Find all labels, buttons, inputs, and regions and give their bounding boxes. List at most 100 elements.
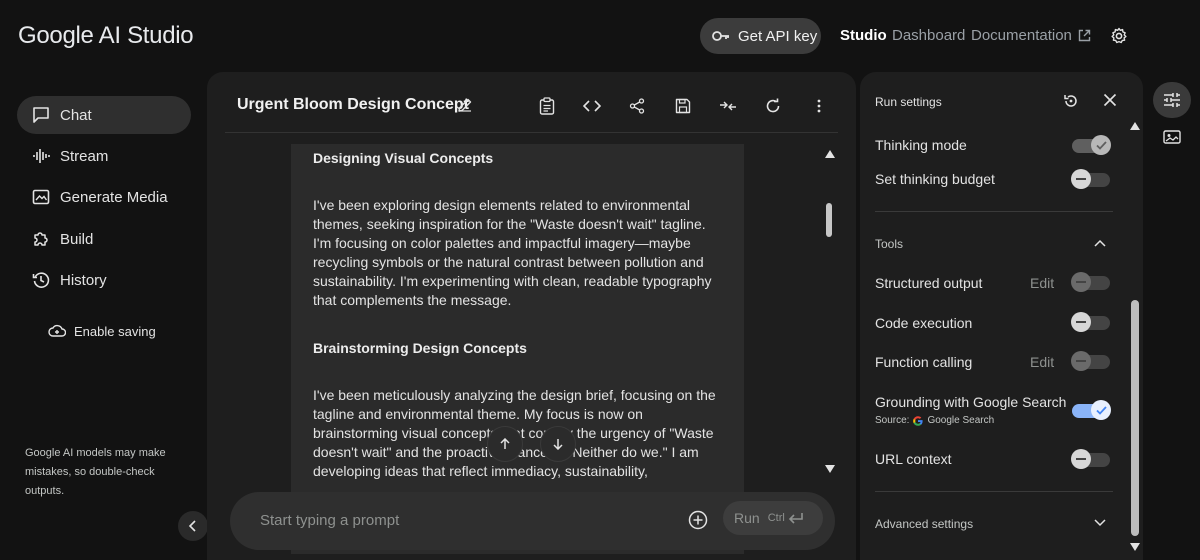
- source-name: Google Search: [927, 415, 995, 426]
- run-shortcut-key: Ctrl: [767, 512, 785, 524]
- chevron-down-icon[interactable]: [1094, 519, 1106, 527]
- toggle-knob: [1091, 135, 1111, 155]
- thinking-budget-toggle[interactable]: [1071, 169, 1110, 189]
- sidebar-item-stream[interactable]: Stream: [17, 137, 191, 175]
- panel-scroll-up-arrow-icon[interactable]: [1130, 122, 1140, 130]
- scroll-down-arrow-icon[interactable]: [825, 465, 835, 473]
- toggle-knob: [1071, 351, 1091, 371]
- nav-documentation-label: Documentation: [971, 27, 1072, 44]
- puzzle-icon: [32, 230, 50, 248]
- thinking-mode-label: Thinking mode: [875, 137, 967, 153]
- cloud-add-icon: [48, 322, 66, 340]
- more-vert-icon[interactable]: [809, 96, 829, 116]
- scroll-up-arrow-icon[interactable]: [825, 150, 835, 158]
- structured-output-toggle[interactable]: [1071, 272, 1110, 292]
- get-api-key-label: Get API key: [738, 27, 818, 45]
- waveform-icon: [32, 147, 50, 165]
- chat-panel: Urgent Bloom Design Concept Designing Vi…: [207, 72, 856, 560]
- settings-gear-icon[interactable]: [1110, 27, 1128, 45]
- nav-studio[interactable]: Studio: [840, 27, 887, 44]
- google-g-icon: [913, 415, 924, 426]
- chat-title: Urgent Bloom Design Concept: [237, 96, 470, 113]
- compare-icon[interactable]: [718, 96, 738, 116]
- code-icon[interactable]: [582, 96, 602, 116]
- sidebar-item-build[interactable]: Build: [17, 220, 191, 258]
- enable-saving-button[interactable]: Enable saving: [48, 322, 156, 340]
- toggle-knob: [1091, 400, 1111, 420]
- refresh-icon[interactable]: [763, 96, 783, 116]
- toggle-knob: [1071, 312, 1091, 332]
- prompt-input[interactable]: Start typing a prompt: [260, 512, 399, 529]
- scroll-to-previous-button[interactable]: [487, 426, 523, 462]
- run-shortcut: Ctrl: [768, 512, 804, 524]
- section-divider: [875, 491, 1113, 492]
- panel-scroll-down-arrow-icon[interactable]: [1130, 543, 1140, 551]
- get-api-key-button[interactable]: Get API key: [700, 18, 821, 54]
- run-button[interactable]: Run Ctrl: [723, 501, 823, 535]
- toggle-knob: [1071, 169, 1091, 189]
- close-icon[interactable]: [1103, 93, 1117, 107]
- arrow-down-icon: [552, 438, 564, 450]
- sidebar-item-history[interactable]: History: [17, 261, 191, 299]
- toggle-knob: [1071, 272, 1091, 292]
- structured-output-edit-button[interactable]: Edit: [1030, 275, 1054, 291]
- toggle-knob: [1071, 449, 1091, 469]
- run-settings-tune-button[interactable]: [1153, 82, 1191, 118]
- function-calling-label: Function calling: [875, 354, 973, 370]
- source-prefix: Source:: [875, 415, 910, 426]
- enter-key-icon: [788, 512, 804, 524]
- function-calling-edit-button[interactable]: Edit: [1030, 354, 1054, 370]
- save-icon[interactable]: [673, 96, 693, 116]
- chat-scrollbar[interactable]: [826, 203, 832, 237]
- grounding-google-search-toggle[interactable]: [1072, 400, 1111, 420]
- media-icon: [32, 188, 50, 206]
- tools-section-label: Tools: [875, 237, 904, 251]
- advanced-settings-label[interactable]: Advanced settings: [875, 517, 973, 531]
- function-calling-toggle[interactable]: [1071, 351, 1110, 371]
- share-icon[interactable]: [627, 96, 647, 116]
- sidebar-item-generate-media[interactable]: Generate Media: [17, 178, 191, 216]
- app-logo[interactable]: Google AI Studio: [18, 22, 194, 50]
- chevron-up-icon[interactable]: [1094, 239, 1106, 247]
- grounding-source: Source: Google Search: [875, 415, 994, 426]
- url-context-toggle[interactable]: [1071, 449, 1110, 469]
- sidebar-item-label: Chat: [60, 106, 92, 124]
- section-divider: [875, 211, 1113, 212]
- sidebar-item-chat[interactable]: Chat: [17, 96, 191, 134]
- run-label: Run: [734, 510, 760, 526]
- url-context-label: URL context: [875, 451, 952, 467]
- panel-scrollbar[interactable]: [1131, 300, 1139, 536]
- toolbar-divider: [225, 132, 838, 133]
- thinking-mode-toggle[interactable]: [1072, 135, 1111, 155]
- thought-heading: Designing Visual Concepts: [313, 150, 494, 166]
- sidebar-item-label: Stream: [60, 147, 109, 165]
- arrow-up-icon: [499, 438, 511, 450]
- scroll-to-next-button[interactable]: [540, 426, 576, 462]
- external-link-icon: [1078, 29, 1091, 42]
- nav-dashboard[interactable]: Dashboard: [892, 27, 965, 44]
- thinking-budget-label: Set thinking budget: [875, 171, 995, 187]
- grounding-google-search-label: Grounding with Google Search: [875, 394, 1067, 410]
- nav-documentation[interactable]: Documentation: [971, 27, 1091, 44]
- media-gallery-icon[interactable]: [1163, 129, 1181, 145]
- edit-title-pencil-icon[interactable]: [457, 97, 473, 113]
- clipboard-icon[interactable]: [537, 96, 557, 116]
- code-execution-label: Code execution: [875, 315, 973, 331]
- prompt-box: Start typing a prompt Run Ctrl: [230, 492, 835, 550]
- tune-icon: [1163, 92, 1181, 108]
- run-settings-title: Run settings: [875, 95, 942, 109]
- chat-icon: [32, 106, 50, 124]
- disclaimer-text: Google AI models may make mistakes, so d…: [25, 447, 166, 497]
- enable-saving-label: Enable saving: [74, 323, 156, 339]
- sidebar-item-label: Build: [60, 230, 94, 248]
- collapse-sidebar-button[interactable]: [178, 511, 208, 541]
- reset-settings-icon[interactable]: [1063, 93, 1079, 109]
- thought-heading: Brainstorming Design Concepts: [313, 340, 527, 356]
- chevron-left-icon: [188, 520, 198, 532]
- code-execution-toggle[interactable]: [1071, 312, 1110, 332]
- key-icon: [712, 30, 730, 42]
- sidebar-item-label: Generate Media: [60, 188, 168, 206]
- run-settings-panel: Run settings Thinking mode Set thinking …: [860, 72, 1143, 560]
- add-content-plus-icon[interactable]: [688, 510, 708, 530]
- thought-body: I've been exploring design elements rela…: [313, 197, 712, 308]
